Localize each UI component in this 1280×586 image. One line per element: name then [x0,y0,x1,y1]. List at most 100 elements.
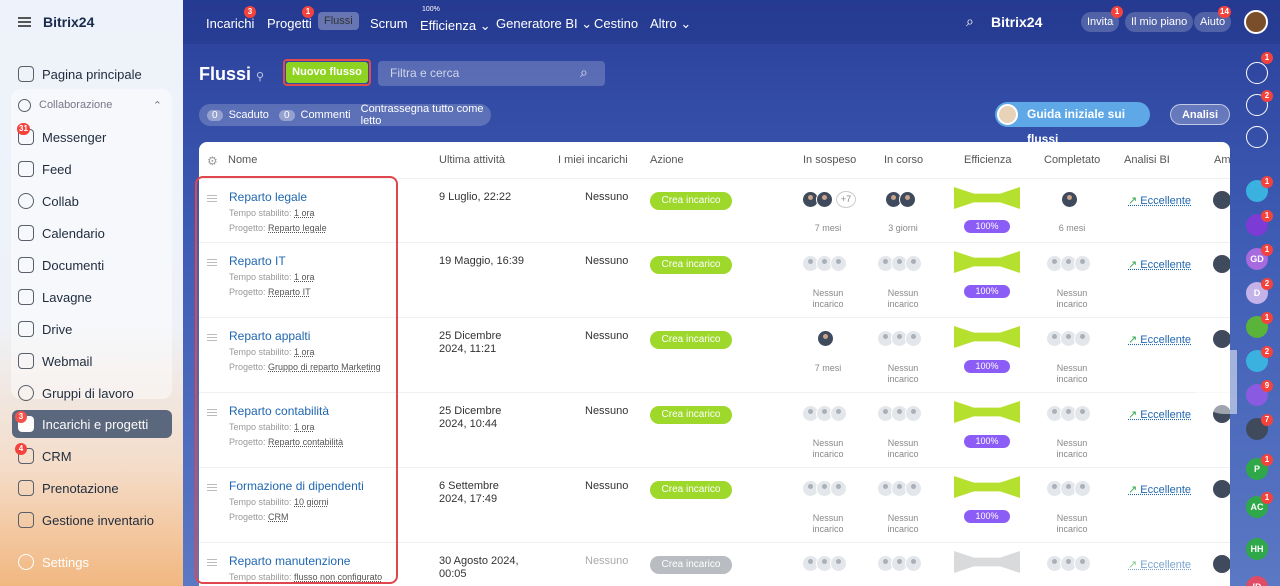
bi-analysis-link[interactable]: Eccellente [1128,408,1191,421]
nav-efficiency[interactable]: Efficienza ⌄ [420,18,491,34]
pending-avatars[interactable] [817,330,834,348]
more-count[interactable]: +7 [836,191,856,208]
contact-avatar[interactable]: ID [1246,576,1268,586]
admin-avatar[interactable] [1213,480,1230,498]
done-avatars[interactable] [1046,555,1091,573]
pin-icon[interactable]: ⚲ [256,71,264,83]
comments-filter[interactable]: Commenti [301,109,351,121]
contact-avatar[interactable]: HH [1246,538,1268,560]
sidebar-item-calendar[interactable]: Calendario [12,219,172,247]
search-input[interactable]: Filtra e cerca [378,61,605,86]
sidebar-item-feed[interactable]: Feed [12,155,172,183]
progress-avatars[interactable] [877,330,922,348]
col-my-tasks[interactable]: I miei incarichi [558,154,628,166]
notifications-icon[interactable] [1246,62,1268,84]
sidebar-item-home[interactable]: Pagina principale [12,60,172,88]
chevron-up-icon[interactable]: ⌃ [153,99,162,112]
sidebar-logo[interactable]: Bitrix24 [43,14,94,30]
done-avatars[interactable] [1046,255,1091,273]
bi-analysis-link[interactable]: Eccellente [1128,258,1191,271]
my-tasks[interactable]: Nessuno [585,555,628,567]
create-task-button[interactable]: Crea incarico [650,192,732,210]
bi-analysis-link[interactable]: Eccellente [1128,483,1191,496]
sidebar-item-workgroups[interactable]: Gruppi di lavoro [12,379,172,407]
create-task-button[interactable]: Crea incarico [650,481,732,499]
my-tasks[interactable]: Nessuno [585,255,628,267]
sidebar-item-booking[interactable]: Prenotazione [12,474,172,502]
col-action[interactable]: Azione [650,154,684,166]
col-efficiency[interactable]: Efficienza [964,154,1012,166]
analytics-button[interactable]: Analisi [1170,104,1230,125]
sidebar-item-settings[interactable]: Settings [12,548,172,576]
nav-trash[interactable]: Cestino [594,16,638,31]
done-avatars[interactable] [1046,480,1091,498]
create-task-button[interactable]: Crea incarico [650,256,732,274]
col-name[interactable]: Nome [228,154,257,166]
user-avatar[interactable] [1244,10,1268,34]
progress-avatars[interactable] [877,555,922,573]
sidebar-item-crm[interactable]: 4 CRM [12,442,172,470]
efficiency-funnel[interactable] [954,476,1020,498]
col-last-activity[interactable]: Ultima attività [439,154,505,166]
col-pending[interactable]: In sospeso [803,154,856,166]
brand-logo[interactable]: Bitrix24 [991,14,1042,30]
my-tasks[interactable]: Nessuno [585,405,628,417]
pending-avatars[interactable] [802,480,847,498]
sidebar-item-drive[interactable]: Drive [12,315,172,343]
search-icon[interactable]: ⌕ [966,13,974,30]
sidebar-item-messenger[interactable]: 31 Messenger [12,123,172,151]
sidebar-item-webmail[interactable]: Webmail [12,347,172,375]
admin-avatar[interactable] [1213,555,1230,573]
chat-icon[interactable] [1246,126,1268,148]
my-tasks[interactable]: Nessuno [585,191,628,203]
efficiency-funnel[interactable] [954,326,1020,348]
overdue-filter[interactable]: Scaduto [229,109,269,121]
pending-avatars[interactable]: +7 [802,191,856,209]
create-task-button[interactable]: Crea incarico [650,331,732,349]
create-task-button[interactable]: Crea incarico [650,406,732,424]
sidebar-item-inventory[interactable]: Gestione inventario [12,506,172,534]
sidebar-item-tasks[interactable]: 3 Incarichi e progetti [12,410,172,438]
pending-avatars[interactable] [802,405,847,423]
sidebar-item-boards[interactable]: Lavagne [12,283,172,311]
pending-avatars[interactable] [802,255,847,273]
efficiency-funnel[interactable] [954,551,1020,573]
nav-projects[interactable]: Progetti [267,16,312,31]
nav-tasks[interactable]: Incarichi [206,16,254,31]
settings-gear-icon[interactable]: ⚙ [207,154,218,168]
menu-icon[interactable] [18,17,31,27]
done-avatars[interactable] [1046,330,1091,348]
admin-avatar[interactable] [1213,191,1230,209]
sidebar-group-header[interactable]: Collaborazione ⌃ [12,91,172,119]
admin-avatar[interactable] [1213,255,1230,273]
efficiency-funnel[interactable] [954,187,1020,209]
nav-more[interactable]: Altro ⌄ [650,16,691,32]
my-plan-button[interactable]: Il mio piano [1125,12,1194,32]
done-avatars[interactable] [1046,405,1091,423]
bi-analysis-link[interactable]: Eccellente [1128,558,1191,571]
efficiency-funnel[interactable] [954,251,1020,273]
progress-avatars[interactable] [877,480,922,498]
nav-bi-builder[interactable]: Generatore BI ⌄ [496,16,592,32]
sidebar-item-documents[interactable]: Documenti [12,251,172,279]
create-task-button[interactable]: Crea incarico [650,556,732,574]
search-icon[interactable]: ⌕ [580,64,588,81]
sidebar-item-collab[interactable]: Collab [12,187,172,215]
progress-avatars[interactable] [885,191,916,209]
nav-flows[interactable]: Flussi [318,12,359,30]
progress-avatars[interactable] [877,405,922,423]
col-in-progress[interactable]: In corso [884,154,923,166]
col-completed[interactable]: Completato [1044,154,1100,166]
mark-all-read-button[interactable]: Contrassegna tutto come letto [361,103,491,127]
nav-scrum[interactable]: Scrum [370,16,408,31]
bi-analysis-link[interactable]: Eccellente [1128,333,1191,346]
efficiency-funnel[interactable] [954,401,1020,423]
done-avatars[interactable] [1061,191,1078,209]
guide-button[interactable]: Guida iniziale sui flussi [995,102,1150,146]
my-tasks[interactable]: Nessuno [585,330,628,342]
progress-avatars[interactable] [877,255,922,273]
pending-avatars[interactable] [802,555,847,573]
admin-avatar[interactable] [1213,330,1230,348]
my-tasks[interactable]: Nessuno [585,480,628,492]
col-bi-analysis[interactable]: Analisi BI [1124,154,1170,166]
